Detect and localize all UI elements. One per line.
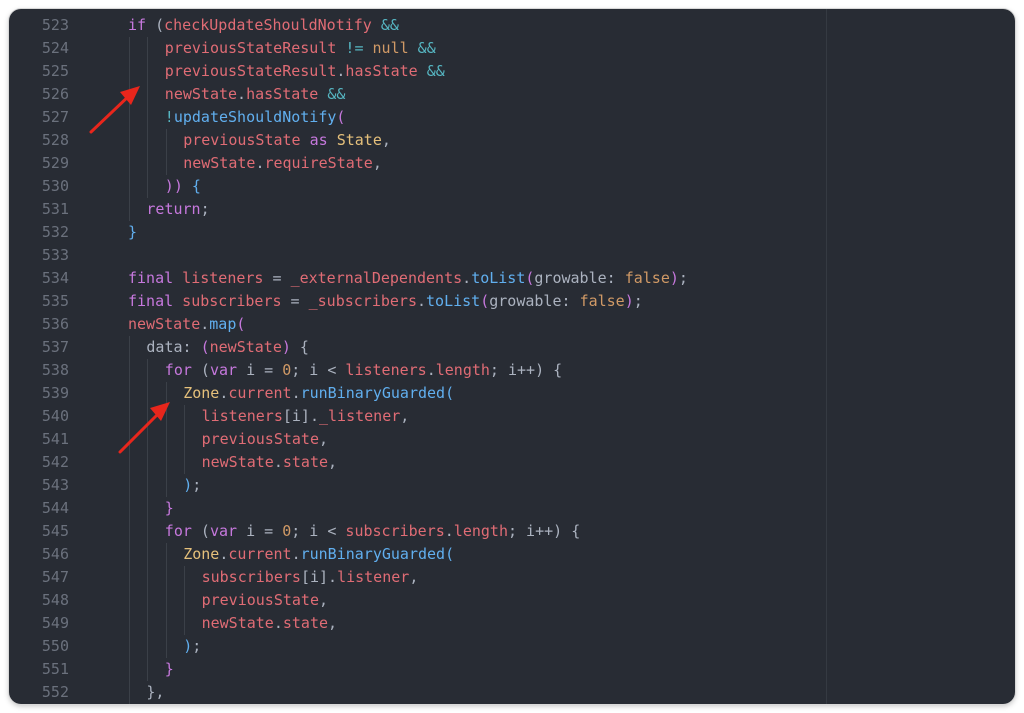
code-editor: 523 524 525 526 527 528 529 530 531 532 533 534 535 5… bbox=[9, 9, 1015, 704]
red-arrow-icon bbox=[118, 402, 170, 454]
red-arrow-icon bbox=[89, 86, 140, 134]
annotation-layer bbox=[89, 86, 170, 454]
